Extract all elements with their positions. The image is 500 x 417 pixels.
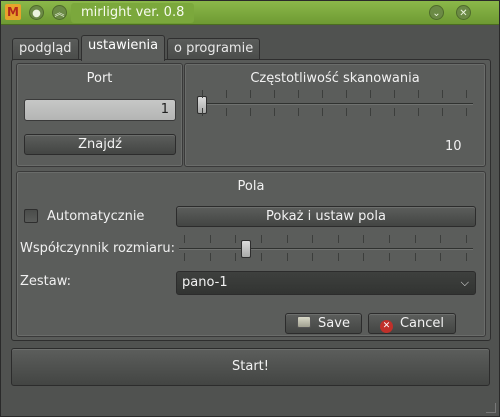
slider-tick bbox=[322, 90, 323, 98]
slider-tick bbox=[250, 108, 251, 116]
tab-podglad[interactable]: podgląd bbox=[12, 38, 79, 60]
slider-tick bbox=[346, 108, 347, 116]
slider-tick bbox=[202, 90, 203, 98]
slider-tick bbox=[442, 90, 443, 98]
cancel-button[interactable]: ✕ Cancel bbox=[368, 313, 456, 334]
slider-tick bbox=[250, 90, 251, 98]
slider-tick bbox=[440, 235, 441, 243]
scan-slider-groove[interactable] bbox=[197, 103, 473, 105]
slider-tick bbox=[210, 253, 211, 261]
slider-tick bbox=[226, 90, 227, 98]
auto-checkbox[interactable] bbox=[24, 209, 38, 223]
slider-tick bbox=[210, 235, 211, 243]
app-window: M ● ︽ mirlight ver. 0.8 ⌄ ✕ podgląd usta… bbox=[0, 0, 500, 417]
slider-tick bbox=[440, 253, 441, 261]
slider-tick bbox=[442, 108, 443, 116]
slider-tick bbox=[363, 235, 364, 243]
cancel-button-label: Cancel bbox=[399, 316, 445, 331]
slider-tick bbox=[184, 253, 185, 261]
start-button[interactable]: Start! bbox=[11, 348, 490, 386]
slider-tick bbox=[298, 108, 299, 116]
slider-tick bbox=[235, 253, 236, 261]
minimize-icon[interactable]: ● bbox=[29, 5, 44, 20]
port-spinbox[interactable]: 1 bbox=[24, 99, 176, 121]
slider-tick bbox=[466, 235, 467, 243]
slider-tick bbox=[274, 108, 275, 116]
resize-grip[interactable] bbox=[486, 403, 496, 413]
slider-tick bbox=[415, 253, 416, 261]
set-label: Zestaw: bbox=[20, 274, 72, 289]
scan-frequency-title: Częstotliwość skanowania bbox=[250, 71, 420, 86]
chevrons-up-icon[interactable]: ︽ bbox=[52, 5, 67, 20]
slider-tick bbox=[389, 235, 390, 243]
slider-tick bbox=[370, 108, 371, 116]
slider-tick bbox=[322, 108, 323, 116]
set-select-value: pano-1 bbox=[182, 275, 228, 290]
slider-tick bbox=[287, 253, 288, 261]
slider-tick bbox=[370, 90, 371, 98]
window-title: mirlight ver. 0.8 bbox=[71, 3, 195, 23]
slider-tick bbox=[338, 253, 339, 261]
show-fields-button[interactable]: Pokaż i ustaw pola bbox=[176, 206, 476, 227]
chevron-down-icon: ⌵ bbox=[460, 276, 469, 289]
close-icon[interactable]: ✕ bbox=[456, 5, 471, 20]
slider-tick bbox=[363, 253, 364, 261]
auto-checkbox-label[interactable]: Automatycznie bbox=[47, 209, 144, 224]
slider-tick bbox=[202, 108, 203, 116]
slider-tick bbox=[466, 108, 467, 116]
slider-tick bbox=[261, 235, 262, 243]
size-slider-groove[interactable] bbox=[179, 248, 473, 250]
slider-tick bbox=[261, 253, 262, 261]
port-title: Port bbox=[86, 71, 113, 86]
slider-tick bbox=[184, 235, 185, 243]
slider-tick bbox=[394, 90, 395, 98]
tab-o-programie[interactable]: o programie bbox=[167, 38, 261, 60]
scan-value-label: 10 bbox=[445, 139, 462, 154]
slider-tick bbox=[466, 90, 467, 98]
save-button-label: Save bbox=[318, 316, 350, 331]
find-port-button[interactable]: Znajdź bbox=[24, 134, 176, 155]
slider-tick bbox=[389, 253, 390, 261]
slider-tick bbox=[298, 90, 299, 98]
scan-frequency-group: Częstotliwość skanowania bbox=[184, 63, 486, 167]
size-slider-handle[interactable] bbox=[241, 240, 251, 258]
size-factor-label: Współczynnik rozmiaru: bbox=[20, 241, 175, 256]
slider-tick bbox=[418, 108, 419, 116]
slider-tick bbox=[466, 253, 467, 261]
tab-ustawienia[interactable]: ustawienia bbox=[81, 35, 166, 61]
slider-tick bbox=[312, 253, 313, 261]
slider-tick bbox=[415, 235, 416, 243]
save-button[interactable]: Save bbox=[285, 313, 362, 334]
slider-tick bbox=[346, 90, 347, 98]
set-select[interactable]: pano-1 ⌵ bbox=[176, 271, 476, 295]
slider-tick bbox=[226, 108, 227, 116]
chevron-down-icon[interactable]: ⌄ bbox=[429, 5, 444, 20]
slider-tick bbox=[287, 235, 288, 243]
slider-tick bbox=[418, 90, 419, 98]
title-bar[interactable]: M ● ︽ mirlight ver. 0.8 ⌄ ✕ bbox=[1, 1, 499, 25]
save-icon bbox=[297, 316, 312, 328]
cancel-icon: ✕ bbox=[379, 320, 393, 333]
app-logo-icon[interactable]: M bbox=[5, 4, 21, 20]
slider-tick bbox=[235, 235, 236, 243]
slider-tick bbox=[312, 235, 313, 243]
slider-tick bbox=[274, 90, 275, 98]
slider-tick bbox=[394, 108, 395, 116]
fields-title: Pola bbox=[237, 179, 265, 194]
slider-tick bbox=[338, 235, 339, 243]
